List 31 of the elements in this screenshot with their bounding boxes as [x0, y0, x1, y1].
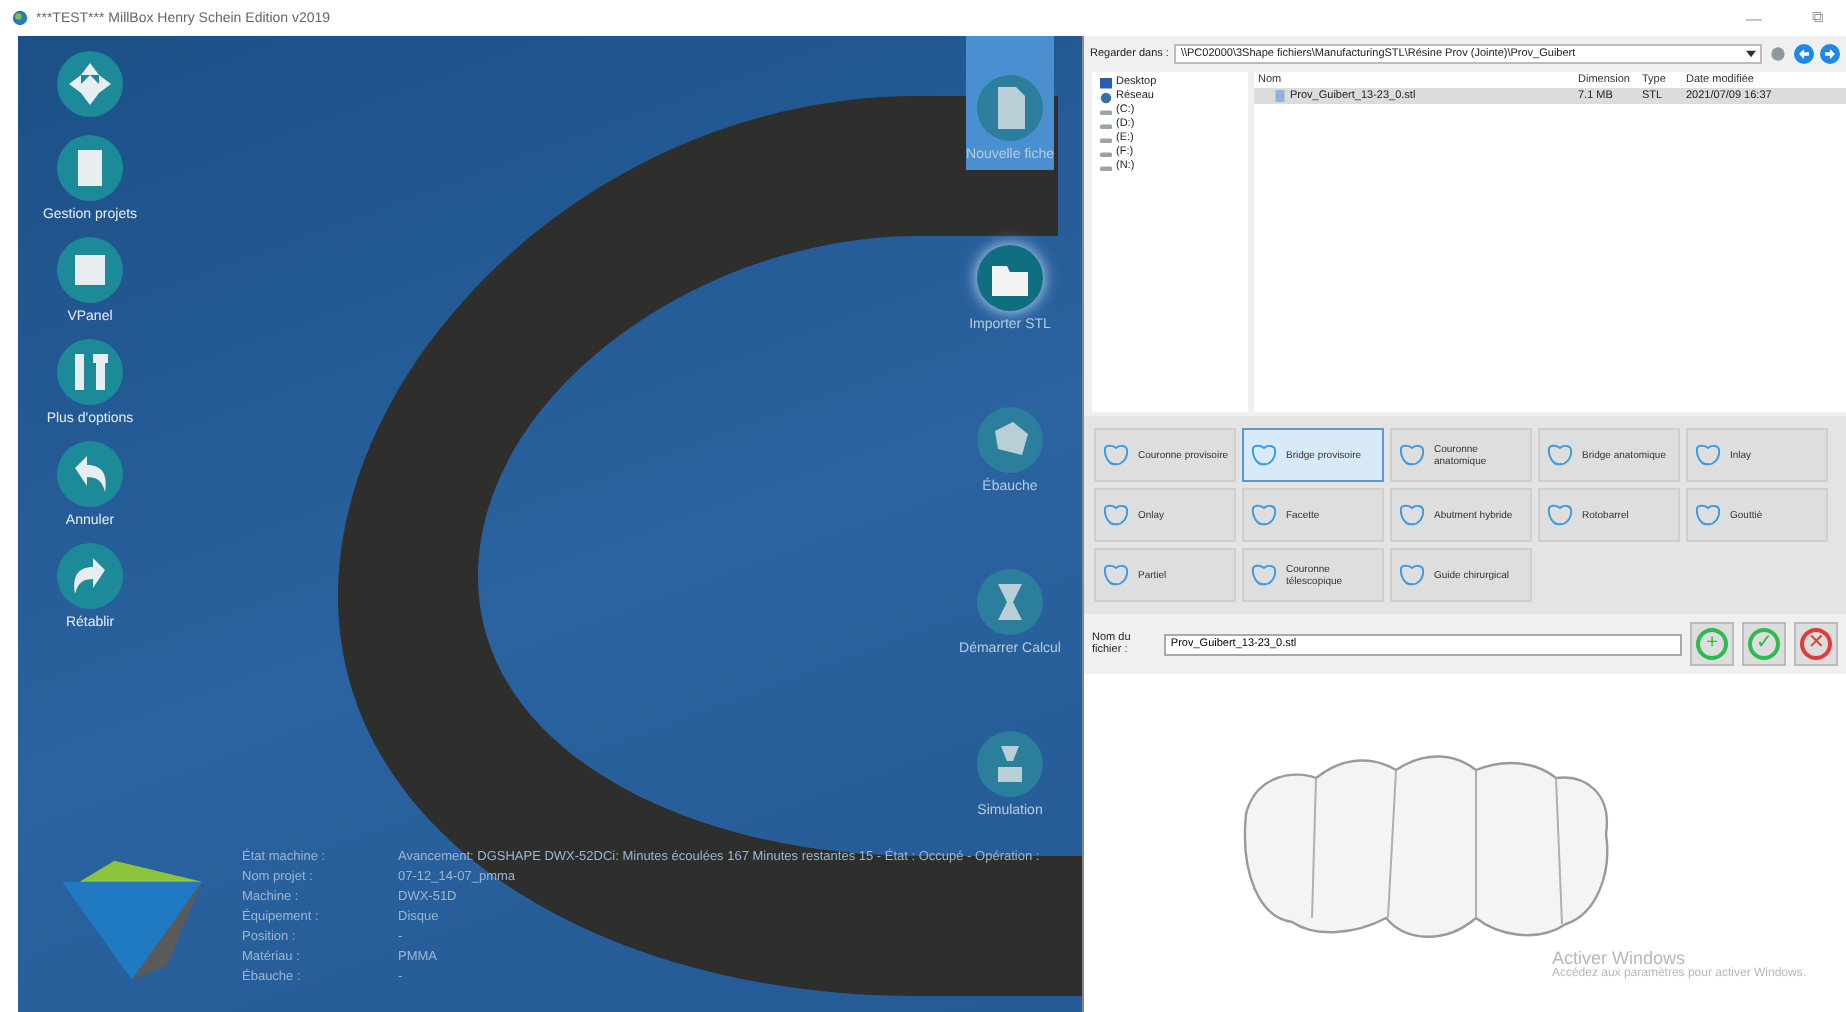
folder-icon[interactable] — [974, 242, 1046, 314]
tooth-outline-icon — [1248, 561, 1280, 589]
tooth-outline-icon — [1248, 441, 1280, 469]
tooth-outline-icon — [1544, 501, 1576, 529]
file-icon — [1274, 90, 1286, 102]
back-icon[interactable] — [1794, 44, 1814, 64]
forward-icon[interactable] — [1820, 44, 1840, 64]
redo-icon[interactable] — [54, 540, 126, 612]
network-icon — [1100, 91, 1112, 103]
app-logo-icon — [12, 10, 28, 26]
tooth-outline-icon — [1248, 501, 1280, 529]
navigation-arrows-icon[interactable] — [54, 48, 126, 120]
tooth-outline-icon — [1692, 441, 1724, 469]
undo-icon[interactable] — [54, 438, 126, 510]
tools-icon[interactable] — [54, 336, 126, 408]
new-file-icon[interactable] — [974, 72, 1046, 144]
tooth-outline-icon — [1544, 441, 1576, 469]
tooth-outline-icon — [1396, 501, 1428, 529]
desktop-icon — [1100, 77, 1112, 89]
tooth-outline-icon — [1100, 441, 1132, 469]
tooth-outline-icon — [1396, 561, 1428, 589]
tooth-outline-icon — [1692, 501, 1724, 529]
app-logo-icon — [62, 860, 202, 984]
tooth-outline-icon — [1100, 501, 1132, 529]
activation-notice-title: Activer Windows — [1551, 948, 1687, 968]
tooth-outline-icon — [1396, 441, 1428, 469]
blank-block-icon[interactable] — [974, 404, 1046, 476]
dropdown-caret-icon[interactable] — [1746, 50, 1756, 58]
tooth-outline-icon — [1100, 561, 1132, 589]
hourglass-icon[interactable] — [974, 566, 1046, 638]
document-icon[interactable] — [54, 132, 126, 204]
